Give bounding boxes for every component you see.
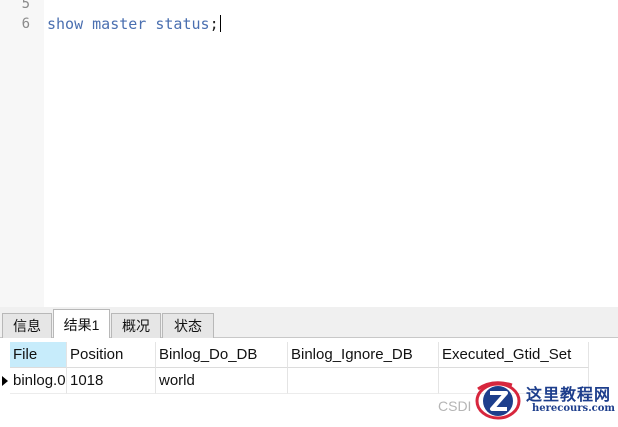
column-header-executed-gtid-set[interactable]: Executed_Gtid_Set bbox=[439, 342, 589, 368]
cell-binlog-ignore-db[interactable] bbox=[288, 368, 439, 394]
cell-binlog-do-db[interactable]: world bbox=[156, 368, 288, 394]
line-number-6: 6 bbox=[21, 16, 30, 32]
watermark-text: CSDI bbox=[438, 398, 472, 414]
sql-editor[interactable]: 5 6 show master status; bbox=[0, 0, 618, 307]
sql-statement: show master status bbox=[47, 15, 210, 33]
column-header-position[interactable]: Position bbox=[67, 342, 156, 368]
current-row-indicator-icon bbox=[2, 376, 8, 386]
line-number-gutter: 5 6 bbox=[0, 0, 44, 307]
cell-file[interactable]: binlog.000001 bbox=[10, 368, 67, 394]
tab-info[interactable]: 信息 bbox=[2, 313, 52, 338]
code-line-6[interactable]: show master status; bbox=[47, 14, 221, 34]
column-header-binlog-do-db[interactable]: Binlog_Do_DB bbox=[156, 342, 288, 368]
tab-result-1[interactable]: 结果1 bbox=[53, 309, 110, 339]
cell-position[interactable]: 1018 bbox=[67, 368, 156, 394]
logo-title: 这里教程网 bbox=[526, 385, 612, 404]
logo-subtitle: herecours.com bbox=[532, 403, 616, 414]
column-header-file[interactable]: File bbox=[10, 342, 67, 368]
line-number-5: 5 bbox=[21, 0, 30, 12]
tab-overview[interactable]: 概况 bbox=[111, 313, 161, 338]
statement-terminator: ; bbox=[209, 15, 219, 33]
tab-status[interactable]: 状态 bbox=[162, 313, 214, 338]
grid-header-row: File Position Binlog_Do_DB Binlog_Ignore… bbox=[0, 342, 618, 368]
text-caret bbox=[219, 15, 221, 32]
result-tab-bar: 信息 结果1 概况 状态 bbox=[0, 307, 618, 339]
column-header-binlog-ignore-db[interactable]: Binlog_Ignore_DB bbox=[288, 342, 439, 368]
logo-emblem-icon bbox=[475, 381, 521, 420]
site-logo: 这里教程网 herecours.com bbox=[472, 377, 618, 423]
